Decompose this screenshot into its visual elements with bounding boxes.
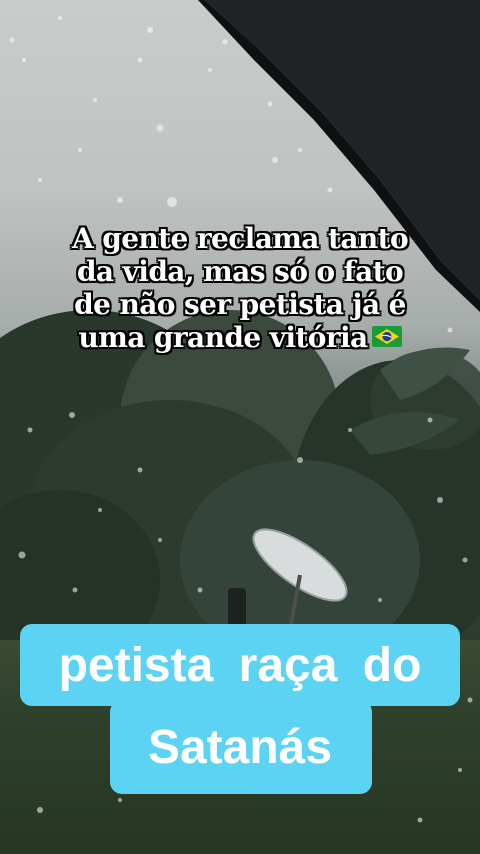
sticker-line-1: petista raça do bbox=[58, 639, 422, 692]
caption-line-1: A gente reclama tanto bbox=[71, 222, 409, 255]
caption-line-4: uma grande vitória bbox=[20, 321, 460, 354]
caption-line-2: da vida, mas só o fato bbox=[76, 255, 404, 288]
sticker-line-2: Satanás bbox=[147, 721, 333, 774]
caption-text: A gente reclama tanto da vida, mas só o … bbox=[20, 222, 460, 354]
satellite-dish bbox=[230, 528, 348, 631]
video-frame: A gente reclama tanto da vida, mas só o … bbox=[0, 0, 480, 854]
sticker-text: petista raça do Satanás bbox=[20, 632, 460, 782]
caption-line-3: de não ser petista já é bbox=[74, 288, 406, 321]
brazil-flag-icon bbox=[371, 326, 402, 347]
caption-line-4-text: uma grande vitória bbox=[78, 321, 368, 354]
